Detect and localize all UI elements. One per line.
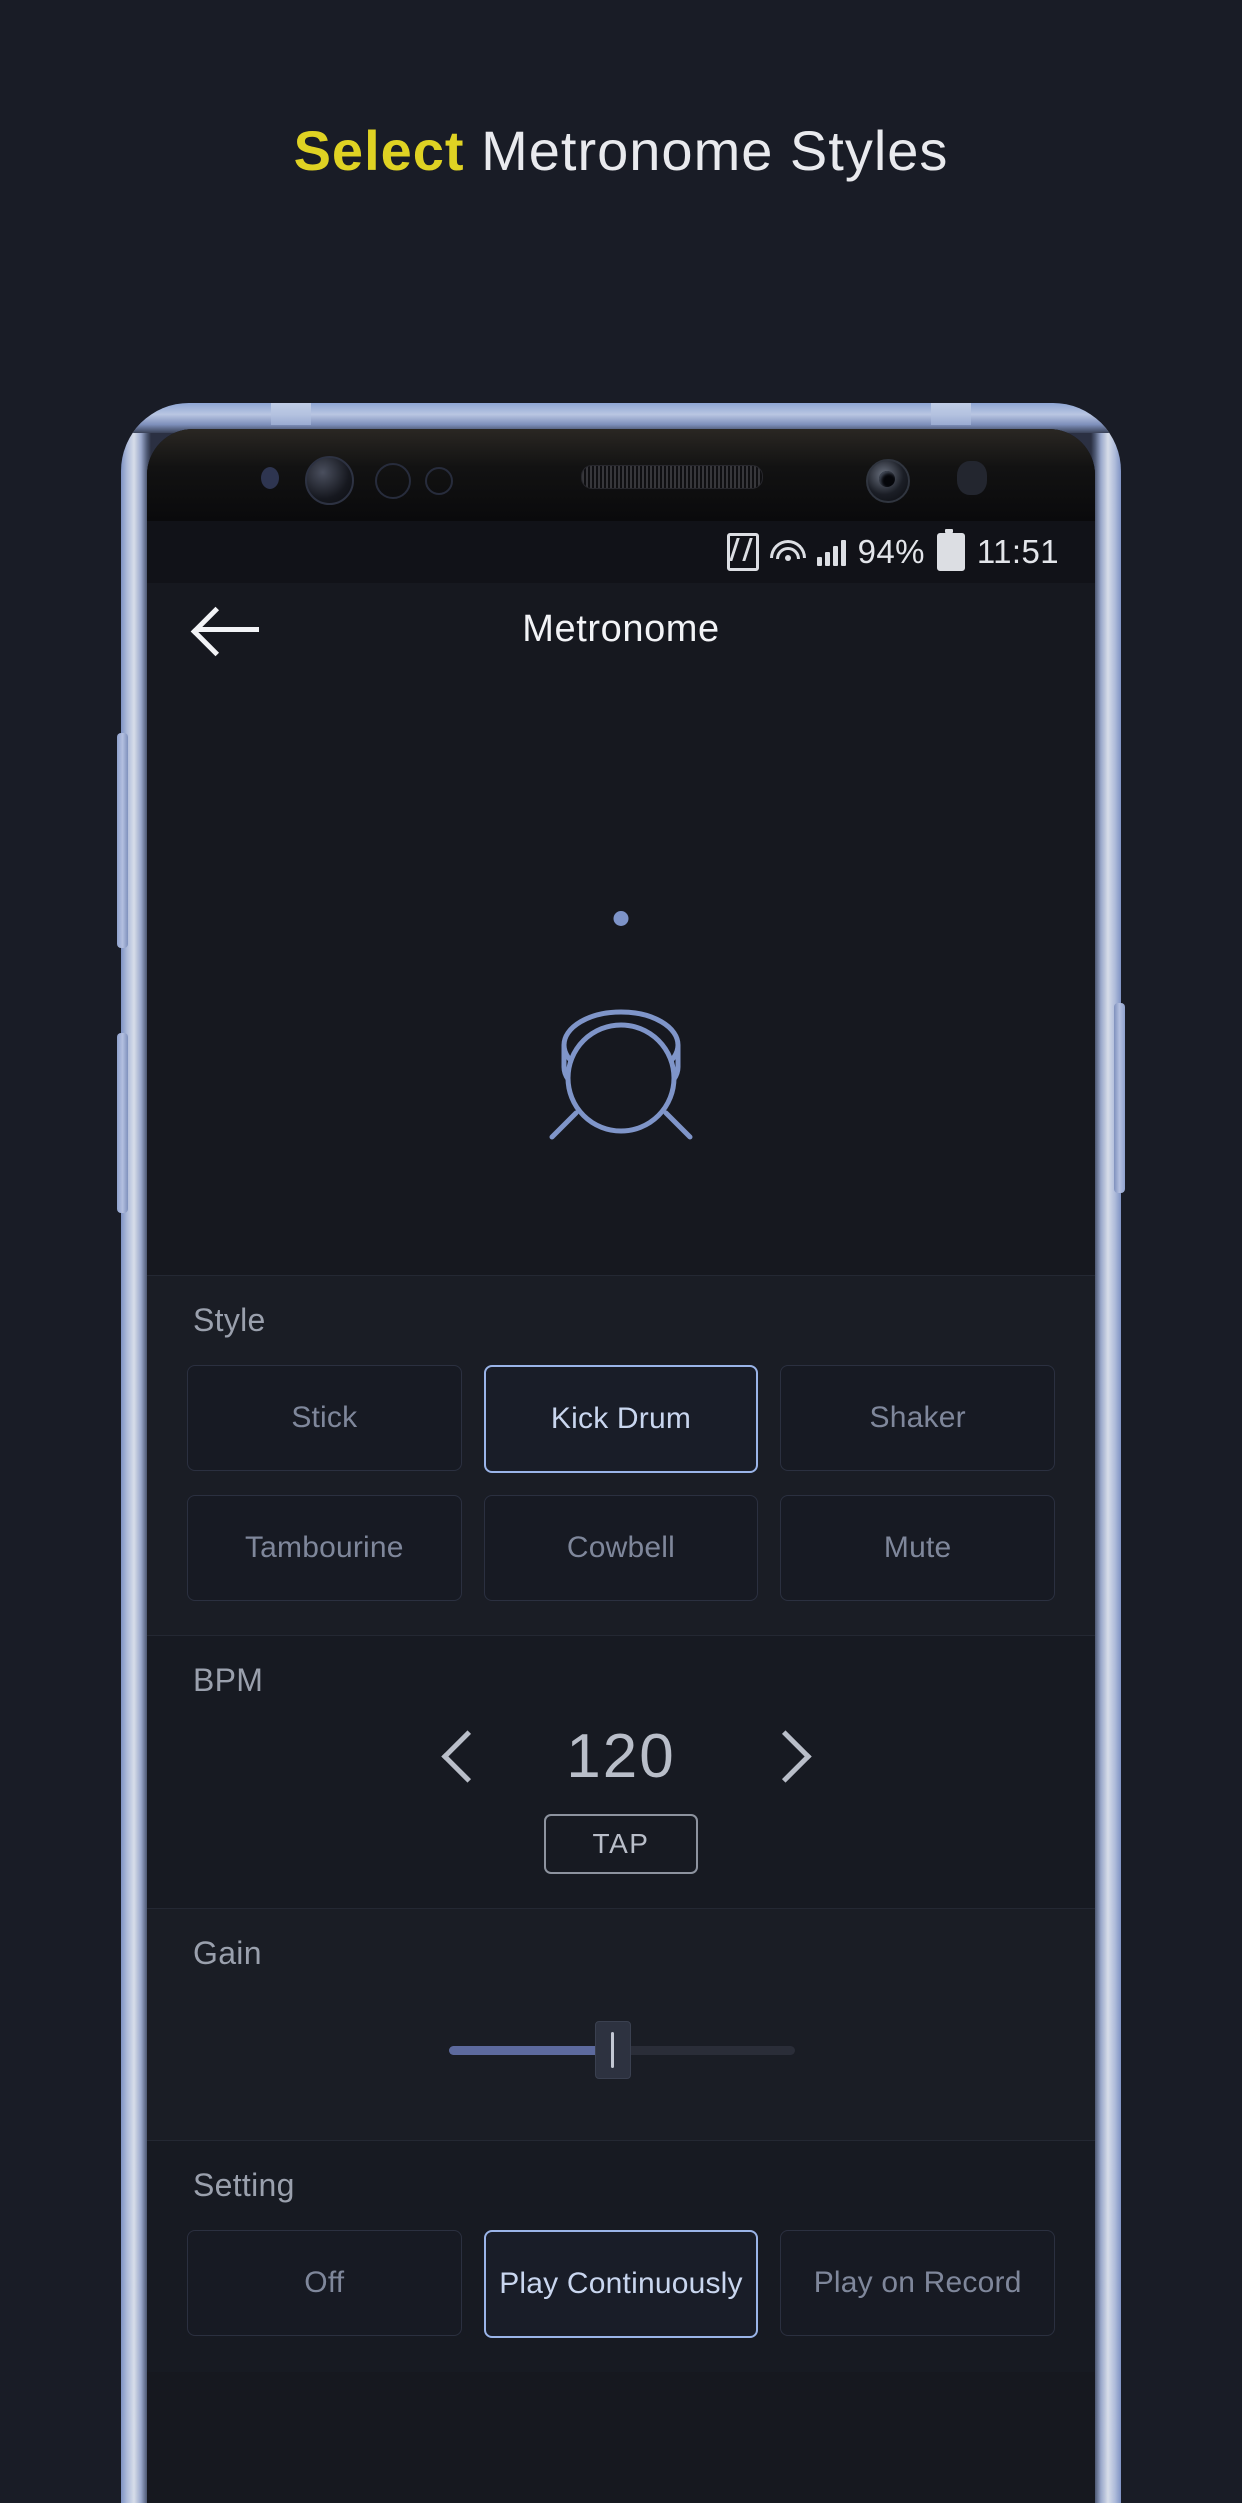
setting-section-label: Setting (193, 2167, 295, 2203)
page-title-highlight: Select (293, 119, 465, 182)
metronome-visual-area (147, 675, 1095, 1275)
light-sensor-icon (425, 467, 453, 495)
frame-antenna-right (931, 403, 971, 425)
iris-scanner-icon (866, 459, 910, 503)
phone-top-sensors (147, 429, 1095, 521)
front-camera-icon (305, 456, 354, 505)
style-option-mute[interactable]: Mute (780, 1495, 1055, 1601)
bpm-stepper: 120 (147, 1721, 1095, 1792)
chevron-right-icon[interactable] (762, 1727, 798, 1787)
phone-device: 94% 11:51 Metronome Style Stick Kick Dru… (117, 403, 1125, 2503)
page-title: Select Metronome Styles (0, 118, 1242, 183)
bpm-section-label: BPM (193, 1662, 264, 1698)
gain-slider-thumb[interactable] (594, 2021, 631, 2079)
app-bar-title: Metronome (522, 607, 720, 650)
secondary-sensor-icon (957, 461, 987, 495)
bpm-value: 120 (566, 1722, 676, 1791)
battery-percent-label: 94% (857, 533, 925, 570)
setting-section: Setting Off Play Continuously Play on Re… (147, 2140, 1095, 2372)
frame-antenna-left (271, 403, 311, 425)
gain-slider[interactable] (147, 2016, 1095, 2080)
nfc-icon (726, 533, 759, 571)
style-option-tambourine[interactable]: Tambourine (187, 1495, 462, 1601)
setting-option-off[interactable]: Off (187, 2230, 462, 2336)
phone-screen-glass: 94% 11:51 Metronome Style Stick Kick Dru… (147, 429, 1095, 2503)
earpiece-speaker-icon (581, 465, 763, 489)
kick-drum-icon (536, 985, 706, 1150)
page-title-rest: Metronome Styles (464, 119, 949, 182)
style-option-grid: Stick Kick Drum Shaker Tambourine Cowbel… (147, 1365, 1095, 1601)
style-section: Style Stick Kick Drum Shaker Tambourine … (147, 1275, 1095, 1635)
volume-down-button[interactable] (117, 1033, 128, 1213)
signal-icon (816, 538, 846, 566)
style-option-cowbell[interactable]: Cowbell (483, 1495, 759, 1601)
style-option-kick-drum[interactable]: Kick Drum (483, 1365, 759, 1473)
setting-option-play-continuously[interactable]: Play Continuously (483, 2230, 759, 2338)
style-section-label: Style (193, 1302, 266, 1338)
beat-indicator-dot (613, 911, 629, 926)
chevron-left-icon[interactable] (444, 1727, 480, 1787)
status-bar: 94% 11:51 (147, 521, 1095, 583)
indicator-led-icon (261, 467, 279, 489)
setting-option-play-on-record[interactable]: Play on Record (780, 2230, 1055, 2336)
battery-icon (936, 529, 965, 571)
app-screen: 94% 11:51 Metronome Style Stick Kick Dru… (147, 521, 1095, 2503)
power-button[interactable] (1114, 1003, 1125, 1193)
proximity-sensor-icon (375, 463, 411, 499)
gain-slider-fill (449, 2046, 612, 2055)
wifi-icon (769, 538, 806, 566)
gain-section: Gain (147, 1908, 1095, 2140)
style-option-shaker[interactable]: Shaker (780, 1365, 1055, 1471)
back-arrow-icon[interactable] (197, 607, 259, 651)
tap-tempo-button[interactable]: TAP (544, 1814, 698, 1874)
app-bar: Metronome (147, 583, 1095, 675)
volume-up-button[interactable] (117, 733, 128, 948)
bpm-section: BPM 120 TAP (147, 1635, 1095, 1908)
gain-section-label: Gain (193, 1935, 262, 1971)
style-option-stick[interactable]: Stick (187, 1365, 462, 1471)
setting-option-grid: Off Play Continuously Play on Record (147, 2230, 1095, 2338)
clock-label: 11:51 (976, 533, 1059, 570)
